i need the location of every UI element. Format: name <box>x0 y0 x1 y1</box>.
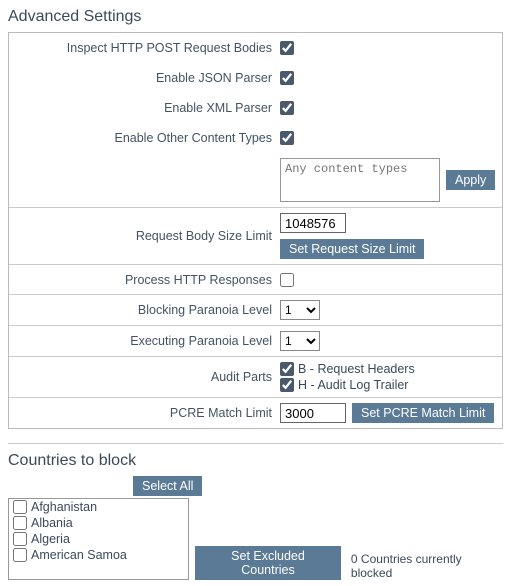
xml-parser-label: Enable XML Parser <box>15 101 280 115</box>
countries-status: 0 Countries currently blocked <box>351 552 503 580</box>
country-checkbox[interactable] <box>13 548 27 562</box>
select-all-button[interactable]: Select All <box>133 476 202 496</box>
audit-b-checkbox[interactable] <box>280 362 294 376</box>
inspect-post-checkbox[interactable] <box>280 41 294 55</box>
apply-button[interactable]: Apply <box>446 170 495 190</box>
country-checkbox[interactable] <box>13 532 27 546</box>
executing-select[interactable]: 1 <box>280 331 320 351</box>
json-parser-label: Enable JSON Parser <box>15 71 280 85</box>
blocking-select[interactable]: 1 <box>280 300 320 320</box>
list-item: Afghanistan <box>9 499 188 515</box>
audit-label: Audit Parts <box>15 370 280 384</box>
other-types-checkbox[interactable] <box>280 131 294 145</box>
countries-listbox[interactable]: Afghanistan Albania Algeria American Sam… <box>8 498 189 580</box>
audit-h-checkbox[interactable] <box>280 378 294 392</box>
countries-panel: Select All Afghanistan Albania Algeria A… <box>8 476 503 580</box>
countries-title: Countries to block <box>8 452 503 470</box>
country-name: Afghanistan <box>31 500 97 514</box>
advanced-settings-panel: Inspect HTTP POST Request Bodies Enable … <box>8 32 503 429</box>
country-checkbox[interactable] <box>13 500 27 514</box>
audit-h-text: H - Audit Log Trailer <box>298 378 408 392</box>
country-name: American Samoa <box>31 548 127 562</box>
process-resp-checkbox[interactable] <box>280 273 294 287</box>
country-name: Algeria <box>31 532 70 546</box>
json-parser-checkbox[interactable] <box>280 71 294 85</box>
xml-parser-checkbox[interactable] <box>280 101 294 115</box>
list-item: Albania <box>9 515 188 531</box>
req-size-input[interactable] <box>280 213 346 233</box>
advanced-settings-title: Advanced Settings <box>8 8 503 26</box>
list-item: Algeria <box>9 531 188 547</box>
process-resp-label: Process HTTP Responses <box>15 273 280 287</box>
other-types-label: Enable Other Content Types <box>15 131 280 145</box>
section-divider <box>8 443 503 444</box>
set-req-size-button[interactable]: Set Request Size Limit <box>280 239 424 259</box>
set-excluded-button[interactable]: Set Excluded Countries <box>195 546 341 580</box>
list-item: American Samoa <box>9 547 188 563</box>
executing-label: Executing Paranoia Level <box>15 334 280 348</box>
pcre-input[interactable] <box>280 403 346 423</box>
content-types-textarea[interactable] <box>280 158 440 202</box>
inspect-post-label: Inspect HTTP POST Request Bodies <box>15 41 280 55</box>
blocking-label: Blocking Paranoia Level <box>15 303 280 317</box>
audit-b-text: B - Request Headers <box>298 362 415 376</box>
pcre-label: PCRE Match Limit <box>15 406 280 420</box>
set-pcre-button[interactable]: Set PCRE Match Limit <box>352 403 494 423</box>
req-size-label: Request Body Size Limit <box>15 229 280 243</box>
